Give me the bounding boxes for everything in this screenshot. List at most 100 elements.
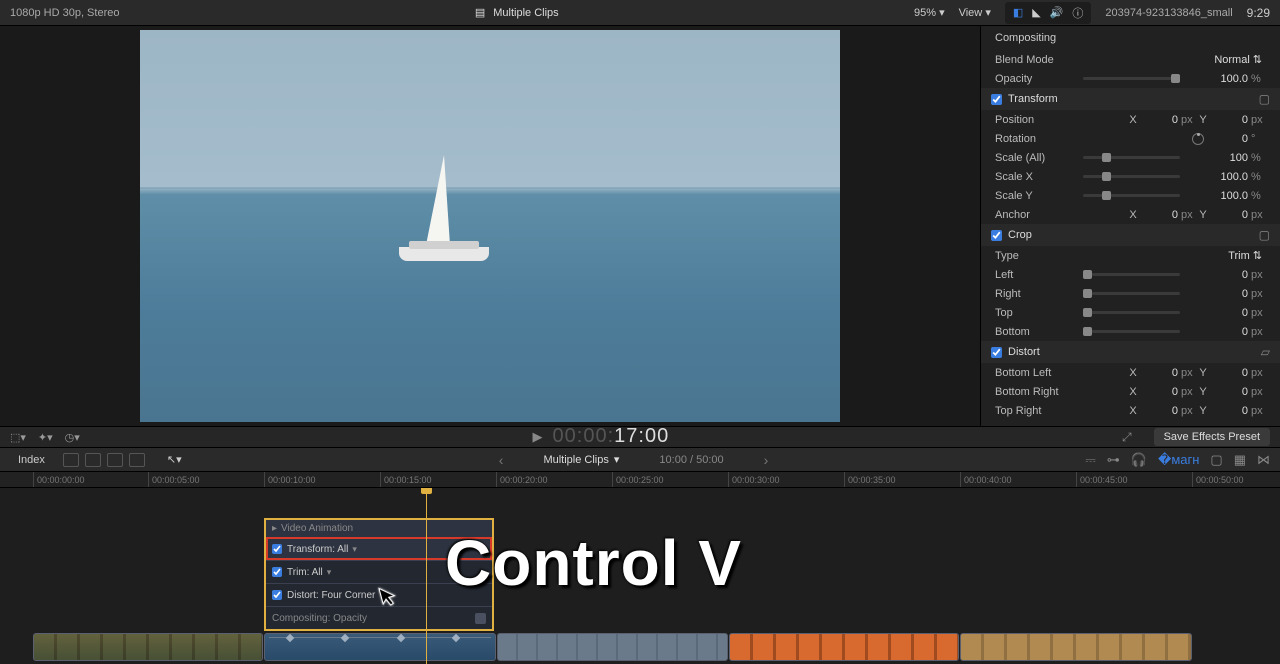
timeline-header: Index ↖▾ ‹ Multiple Clips▾ 10:00 / 50:00… xyxy=(0,448,1280,472)
audio-skimming-icon[interactable]: ⊶ xyxy=(1107,452,1120,468)
anim-compositing-row[interactable]: Compositing: Opacity xyxy=(266,606,492,629)
scale-y-slider[interactable] xyxy=(1083,194,1180,197)
anim-trim-checkbox[interactable] xyxy=(272,567,282,577)
crop-top-slider[interactable] xyxy=(1083,311,1180,314)
crop-checkbox[interactable] xyxy=(991,230,1002,241)
crop-bottom-value[interactable]: 0 xyxy=(1188,326,1248,338)
blend-mode-dropdown[interactable]: Normal⇅ xyxy=(1214,53,1266,66)
project-name-dropdown[interactable]: Multiple Clips▾ xyxy=(543,453,619,466)
overwrite-clip-icon[interactable] xyxy=(129,453,145,467)
distort-reset-icon[interactable]: ▱ xyxy=(1261,345,1270,359)
chevron-down-icon: ▾ xyxy=(985,7,991,19)
color-icon[interactable]: ◣ xyxy=(1032,6,1040,19)
crop-left-value[interactable]: 0 xyxy=(1188,269,1248,281)
pos-x-value[interactable]: 0 xyxy=(1140,114,1178,126)
index-button[interactable]: Index xyxy=(10,452,53,468)
rotation-wheel[interactable] xyxy=(1192,133,1204,145)
timeline-clip[interactable]: 205923 xyxy=(497,633,728,661)
distort-bl-label: Bottom Left xyxy=(995,367,1085,379)
scale-y-label: Scale Y xyxy=(995,190,1075,202)
viewer-frame xyxy=(140,30,840,422)
fullscreen-icon[interactable]: ⤢ xyxy=(1122,430,1132,445)
connect-clip-icon[interactable] xyxy=(63,453,79,467)
pos-y-value[interactable]: 0 xyxy=(1210,114,1248,126)
solo-icon[interactable]: 🎧 xyxy=(1131,452,1147,468)
retime-tool-icon[interactable]: ◷▾ xyxy=(65,431,80,444)
anim-transform-checkbox[interactable] xyxy=(272,544,282,554)
transitions-browser-icon[interactable]: ⋈ xyxy=(1257,452,1270,468)
disclosure-icon[interactable]: ▸ xyxy=(272,523,277,534)
scale-all-slider[interactable] xyxy=(1083,156,1180,159)
append-clip-icon[interactable] xyxy=(107,453,123,467)
distort-header[interactable]: Distort ▱ xyxy=(981,341,1280,363)
transform-tool-icon[interactable]: ⬚▾ xyxy=(10,431,26,444)
skimming-icon[interactable]: ⎓ xyxy=(1085,452,1095,468)
play-button[interactable]: ▶ xyxy=(533,429,543,445)
timecode-display[interactable]: 00:00:17:00 xyxy=(553,425,670,449)
history-back-icon[interactable]: ‹ xyxy=(499,452,504,468)
distort-bl-x[interactable]: 0 xyxy=(1140,367,1178,379)
crop-header[interactable]: Crop ▢ xyxy=(981,224,1280,246)
snapping-icon[interactable]: �магн xyxy=(1158,452,1199,468)
timeline-clip[interactable]: 201308-915375262_small xyxy=(33,633,263,661)
zoom-dropdown[interactable]: 95%▾ xyxy=(914,6,945,19)
timeline-ruler[interactable]: 00:00:00:00 00:00:05:00 00:00:10:00 00:0… xyxy=(0,472,1280,488)
reveal-icon[interactable] xyxy=(475,613,486,624)
distort-br-y[interactable]: 0 xyxy=(1210,386,1248,398)
crop-type-dropdown[interactable]: Trim⇅ xyxy=(1228,249,1266,262)
clip-appearance-icon[interactable]: ▢ xyxy=(1210,452,1222,468)
effects-controls-icon[interactable]: ◧ xyxy=(1013,6,1023,19)
info-icon[interactable]: ⓘ xyxy=(1072,5,1083,21)
timeline-tracks[interactable]: ▸Video Animation Transform: All▾ Trim: A… xyxy=(0,488,1280,664)
source-time: 9:29 xyxy=(1247,6,1270,20)
inspector-panel[interactable]: Compositing Blend Mode Normal⇅ Opacity 1… xyxy=(980,26,1280,426)
timeline-clip[interactable]: 214582_small xyxy=(960,633,1192,661)
crop-top-value[interactable]: 0 xyxy=(1188,307,1248,319)
transform-header[interactable]: Transform ▢ xyxy=(981,88,1280,110)
opacity-slider[interactable] xyxy=(1083,77,1180,80)
rotation-value[interactable]: 0 xyxy=(1210,133,1248,145)
save-effects-preset-button[interactable]: Save Effects Preset xyxy=(1154,428,1270,446)
crop-right-value[interactable]: 0 xyxy=(1188,288,1248,300)
view-dropdown[interactable]: View ▾ xyxy=(959,6,991,19)
ruler-tick: 00:00:45:00 xyxy=(1076,472,1128,487)
timeline-clip-selected[interactable]: 203974-923133846_small xyxy=(264,633,496,661)
playhead[interactable] xyxy=(426,488,427,664)
history-forward-icon[interactable]: › xyxy=(764,452,769,468)
distort-tr-x[interactable]: 0 xyxy=(1140,405,1178,417)
anchor-y-value[interactable]: 0 xyxy=(1210,209,1248,221)
ruler-tick: 00:00:40:00 xyxy=(960,472,1012,487)
anchor-x-value[interactable]: 0 xyxy=(1140,209,1178,221)
chevron-down-icon[interactable]: ▾ xyxy=(352,544,357,555)
insert-clip-icon[interactable] xyxy=(85,453,101,467)
distort-bl-y[interactable]: 0 xyxy=(1210,367,1248,379)
crop-bottom-label: Bottom xyxy=(995,326,1075,338)
crop-right-slider[interactable] xyxy=(1083,292,1180,295)
enhance-tool-icon[interactable]: ✦▾ xyxy=(38,431,53,444)
crop-reset-icon[interactable]: ▢ xyxy=(1259,228,1270,242)
crop-bottom-slider[interactable] xyxy=(1083,330,1180,333)
audio-icon[interactable]: 🔊 xyxy=(1050,6,1064,19)
effects-browser-icon[interactable]: ▦ xyxy=(1234,452,1246,468)
position-label: Position xyxy=(995,114,1075,126)
timeline-clip[interactable]: 206272_small xyxy=(729,633,959,661)
crop-left-slider[interactable] xyxy=(1083,273,1180,276)
scale-y-value[interactable]: 100.0 xyxy=(1188,190,1248,202)
opacity-value[interactable]: 100.0 xyxy=(1188,73,1248,85)
distort-tr-y[interactable]: 0 xyxy=(1210,405,1248,417)
scale-all-value[interactable]: 100 xyxy=(1188,152,1248,164)
scale-x-slider[interactable] xyxy=(1083,175,1180,178)
scale-x-value[interactable]: 100.0 xyxy=(1188,171,1248,183)
ruler-tick: 00:00:15:00 xyxy=(380,472,432,487)
reset-icon[interactable]: ▢ xyxy=(1259,92,1270,106)
chevron-down-icon[interactable]: ▾ xyxy=(327,567,332,578)
distort-checkbox[interactable] xyxy=(991,347,1002,358)
distort-br-label: Bottom Right xyxy=(995,386,1085,398)
anim-distort-checkbox[interactable] xyxy=(272,590,282,600)
format-label: 1080p HD 30p, Stereo xyxy=(10,7,119,19)
ruler-tick: 00:00:25:00 xyxy=(612,472,664,487)
transform-checkbox[interactable] xyxy=(991,94,1002,105)
viewer-pane[interactable] xyxy=(0,26,980,426)
distort-br-x[interactable]: 0 xyxy=(1140,386,1178,398)
arrow-tool-icon[interactable]: ↖▾ xyxy=(167,453,182,466)
